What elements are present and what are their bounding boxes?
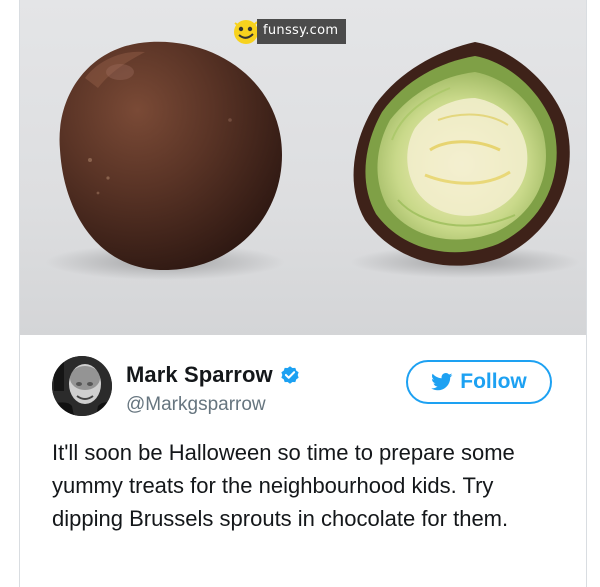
whole-chocolate-sprout [59,41,282,271]
tweet-card: funssy.com Mark Sparrow @Markgsparrow Fo… [19,0,587,587]
avatar-photo [52,356,112,416]
follow-button[interactable]: Follow [406,360,552,404]
author-row: Mark Sparrow [126,362,301,388]
avatar[interactable] [52,356,112,416]
author-handle[interactable]: @Markgsparrow [126,394,266,416]
page: funssy.com Mark Sparrow @Markgsparrow Fo… [0,0,600,587]
watermark: funssy.com [231,17,347,46]
tweet-photo[interactable]: funssy.com [20,0,586,335]
tweet-body: Mark Sparrow @Markgsparrow Follow It'll … [20,336,586,587]
twitter-bird-icon [431,373,453,391]
author-name[interactable]: Mark Sparrow [126,362,273,388]
verified-badge-icon [281,366,299,384]
watermark-site: funssy.com [257,19,347,44]
tweet-text: It'll soon be Halloween so time to prepa… [52,440,515,531]
sprouts-illustration [45,41,580,280]
halved-chocolate-sprout [353,42,570,266]
follow-label: Follow [460,370,527,393]
